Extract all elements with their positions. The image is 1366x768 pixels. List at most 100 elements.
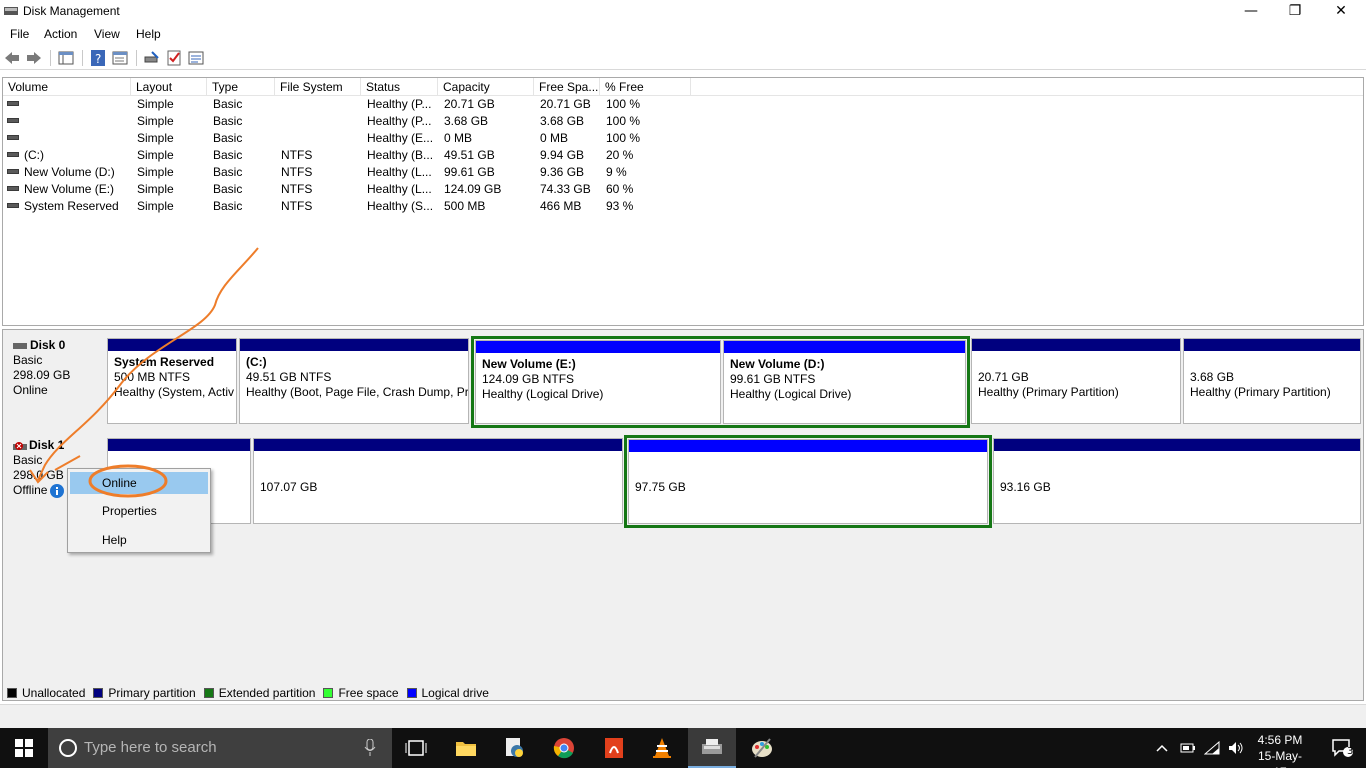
disk-1-partition-4[interactable]: 93.16 GB bbox=[993, 438, 1361, 524]
partition-name: System Reserved bbox=[114, 355, 215, 369]
layout-cell: Simple bbox=[137, 148, 174, 162]
clock[interactable]: 4:56 PM 15-May-17 bbox=[1252, 732, 1308, 768]
menu-view[interactable]: View bbox=[94, 27, 120, 41]
taskbar-search[interactable]: Type here to search bbox=[48, 728, 392, 768]
table-row[interactable]: New Volume (E:) Simple Basic NTFS Health… bbox=[3, 181, 1363, 198]
disk-1-partition-3[interactable]: 97.75 GB bbox=[628, 439, 988, 524]
menu-file[interactable]: File bbox=[10, 27, 29, 41]
start-button[interactable] bbox=[0, 728, 48, 768]
menu-item-properties[interactable]: Properties bbox=[70, 500, 208, 522]
menu-bar: File Action View Help bbox=[0, 24, 1366, 44]
col-type[interactable]: Type bbox=[207, 78, 275, 96]
table-row[interactable]: Simple Basic Healthy (P... 3.68 GB 3.68 … bbox=[3, 113, 1363, 130]
vlc-button[interactable] bbox=[638, 728, 686, 768]
partition-d[interactable]: New Volume (D:) 99.61 GB NTFS Healthy (L… bbox=[723, 340, 966, 424]
table-row[interactable]: Simple Basic Healthy (P... 20.71 GB 20.7… bbox=[3, 96, 1363, 113]
status-cell: Healthy (S... bbox=[367, 199, 434, 213]
free-space-cell: 0 MB bbox=[540, 131, 569, 145]
volume-icon bbox=[7, 186, 19, 192]
layout-cell: Simple bbox=[137, 182, 174, 196]
microphone-icon[interactable] bbox=[364, 739, 376, 757]
capacity-cell: 99.61 GB bbox=[444, 165, 495, 179]
console-tree-icon bbox=[58, 51, 74, 65]
pdf-reader-icon bbox=[605, 738, 623, 758]
show-hidden-icons-button[interactable] bbox=[1150, 728, 1174, 768]
check-button[interactable] bbox=[166, 50, 182, 66]
paint-palette-icon bbox=[752, 738, 772, 758]
table-row[interactable]: (C:) Simple Basic NTFS Healthy (B... 49.… bbox=[3, 147, 1363, 164]
python-app-button[interactable] bbox=[490, 728, 538, 768]
disk-management-taskbar-button[interactable] bbox=[688, 728, 736, 768]
partition-primary-3gb[interactable]: 3.68 GB Healthy (Primary Partition) bbox=[1183, 338, 1361, 424]
forward-button[interactable] bbox=[26, 50, 42, 66]
chrome-button[interactable] bbox=[540, 728, 588, 768]
settings-list-button[interactable] bbox=[188, 50, 204, 66]
layout-cell: Simple bbox=[137, 97, 174, 111]
partition-c[interactable]: (C:) 49.51 GB NTFS Healthy (Boot, Page F… bbox=[239, 338, 469, 424]
col-capacity[interactable]: Capacity bbox=[438, 78, 534, 96]
menu-help[interactable]: Help bbox=[136, 27, 161, 41]
volume-icon bbox=[7, 203, 19, 209]
status-bar bbox=[0, 704, 1366, 728]
table-row[interactable]: New Volume (D:) Simple Basic NTFS Health… bbox=[3, 164, 1363, 181]
table-row[interactable]: Simple Basic Healthy (E... 0 MB 0 MB 100… bbox=[3, 130, 1363, 147]
list-view-icon bbox=[188, 51, 204, 65]
capacity-cell: 3.68 GB bbox=[444, 114, 489, 128]
type-cell: Basic bbox=[213, 199, 243, 213]
fs-cell: NTFS bbox=[281, 165, 313, 179]
connect-disk-button[interactable] bbox=[144, 50, 160, 66]
volume-button[interactable] bbox=[1224, 728, 1248, 768]
legend-swatch-primary bbox=[93, 688, 104, 698]
type-cell: Basic bbox=[213, 97, 243, 111]
type-cell: Basic bbox=[213, 165, 243, 179]
partition-bar bbox=[254, 439, 622, 451]
minimize-button[interactable]: — bbox=[1228, 0, 1274, 24]
status-cell: Healthy (L... bbox=[367, 165, 432, 179]
network-button[interactable] bbox=[1200, 728, 1224, 768]
free-space-cell: 9.36 GB bbox=[540, 165, 585, 179]
volume-cell bbox=[7, 113, 24, 130]
checklist-icon bbox=[167, 50, 181, 66]
col-layout[interactable]: Layout bbox=[131, 78, 207, 96]
paint-button[interactable] bbox=[738, 728, 786, 768]
battery-button[interactable] bbox=[1176, 728, 1200, 768]
toolbar-separator bbox=[82, 50, 83, 66]
show-hide-console-tree-button[interactable] bbox=[58, 50, 74, 66]
col-free-space[interactable]: Free Spa... bbox=[534, 78, 600, 96]
partition-status: Healthy (Logical Drive) bbox=[730, 387, 852, 401]
menu-item-help[interactable]: Help bbox=[70, 529, 208, 551]
disk-1-partition-2[interactable]: 107.07 GB bbox=[253, 438, 623, 524]
menu-action[interactable]: Action bbox=[44, 27, 77, 41]
partition-status: Healthy (Boot, Page File, Crash Dump, Pr bbox=[246, 385, 469, 399]
action-center-button[interactable]: 3 bbox=[1318, 728, 1366, 768]
back-button[interactable] bbox=[4, 50, 20, 66]
properties-button[interactable] bbox=[112, 50, 128, 66]
file-explorer-button[interactable] bbox=[442, 728, 490, 768]
free-space-cell: 9.94 GB bbox=[540, 148, 585, 162]
table-row[interactable]: System Reserved Simple Basic NTFS Health… bbox=[3, 198, 1363, 215]
properties-icon bbox=[112, 51, 128, 65]
maximize-button[interactable]: ❐ bbox=[1272, 0, 1318, 24]
partition-primary-20gb[interactable]: 20.71 GB Healthy (Primary Partition) bbox=[971, 338, 1181, 424]
percent-free-cell: 100 % bbox=[606, 114, 641, 128]
close-button[interactable]: ✕ bbox=[1318, 0, 1364, 24]
help-button[interactable]: ? bbox=[90, 50, 106, 66]
info-icon[interactable] bbox=[50, 483, 65, 498]
col-status[interactable]: Status bbox=[361, 78, 438, 96]
partition-size: 20.71 GB bbox=[978, 370, 1029, 384]
vlc-cone-icon bbox=[653, 738, 671, 758]
title-bar: Disk Management — ❐ ✕ bbox=[0, 0, 1366, 24]
col-percent-free[interactable]: % Free bbox=[600, 78, 691, 96]
col-volume[interactable]: Volume bbox=[3, 78, 131, 96]
disk-1-name: Disk 1 bbox=[13, 438, 105, 453]
menu-item-online[interactable]: Online bbox=[70, 472, 208, 494]
task-view-button[interactable] bbox=[392, 728, 440, 768]
partition-e[interactable]: New Volume (E:) 124.09 GB NTFS Healthy (… bbox=[475, 340, 721, 424]
disk-0-label[interactable]: Disk 0 Basic 298.09 GB Online bbox=[5, 334, 105, 424]
legend-label: Extended partition bbox=[218, 686, 316, 700]
col-file-system[interactable]: File System bbox=[275, 78, 361, 96]
acrobat-button[interactable] bbox=[590, 728, 638, 768]
partition-system-reserved[interactable]: System Reserved 500 MB NTFS Healthy (Sys… bbox=[107, 338, 237, 424]
search-placeholder: Type here to search bbox=[84, 739, 217, 756]
chrome-icon bbox=[553, 738, 574, 759]
